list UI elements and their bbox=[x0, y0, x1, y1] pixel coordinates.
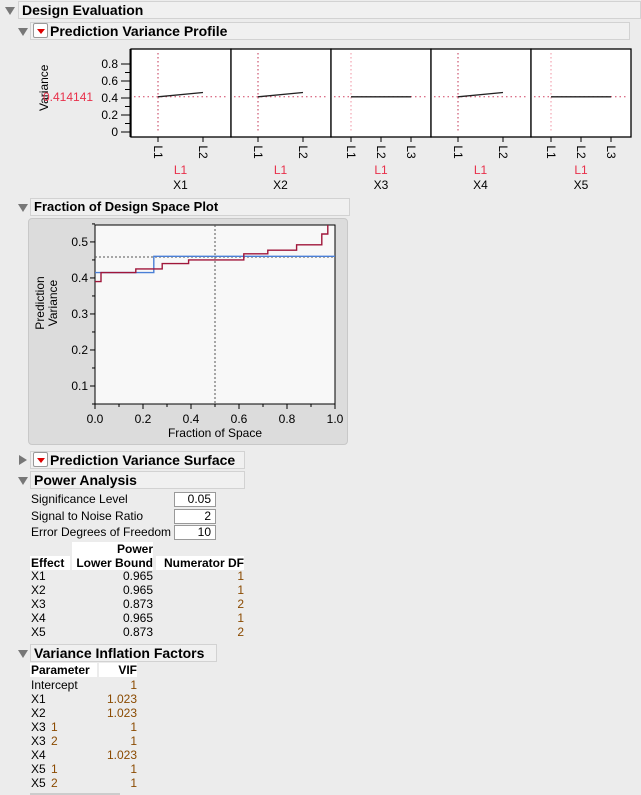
x-tick-label: 0.4 bbox=[182, 412, 200, 426]
effect-cell: X2 bbox=[31, 583, 46, 597]
current-level-value: L1 bbox=[374, 163, 388, 177]
table-row: X1 1.023 bbox=[30, 692, 140, 706]
table-row: X1 0.965 1 bbox=[30, 569, 245, 583]
header-lower-bound: Lower Bound bbox=[72, 556, 153, 570]
y-tick-label: 0.1 bbox=[71, 378, 88, 393]
outline-header-variance-inflation-factors[interactable]: Variance Inflation Factors bbox=[30, 644, 217, 662]
numerator-df-cell: 2 bbox=[237, 625, 244, 639]
field-label: Error Degrees of Freedom bbox=[31, 525, 172, 539]
level-tick-label: L1 bbox=[544, 145, 558, 159]
parameter-cell: Intercept bbox=[31, 678, 78, 692]
y-tick-label: 0.4 bbox=[71, 270, 88, 285]
table-row: X5 1 1 bbox=[30, 762, 140, 776]
level-tick-label: L2 bbox=[374, 145, 388, 159]
disclosure-triangle-icon[interactable] bbox=[18, 650, 28, 658]
parameter-cell: X5 bbox=[31, 776, 46, 790]
x-tick-label: 1.0 bbox=[326, 412, 344, 426]
field-input[interactable]: 2 bbox=[174, 508, 216, 524]
fds-x-axis-label: Fraction of Space bbox=[167, 426, 263, 440]
section-title: Power Analysis bbox=[34, 472, 137, 488]
vif-cell: 1 bbox=[130, 720, 137, 734]
effect-cell: X3 bbox=[31, 597, 46, 611]
level-tick-label: L3 bbox=[604, 145, 618, 159]
field-input[interactable]: 0.05 bbox=[174, 492, 216, 507]
parameter-cell: X1 bbox=[31, 692, 46, 706]
power-cell: 0.965 bbox=[122, 569, 153, 583]
vif-cell: 1 bbox=[130, 734, 137, 748]
factor-label-x5: X5 bbox=[573, 178, 589, 192]
level-tick-label: L2 bbox=[496, 145, 510, 159]
power-cell: 0.965 bbox=[122, 583, 153, 597]
table-row: X2 0.965 1 bbox=[30, 583, 245, 597]
numerator-df-cell: 1 bbox=[237, 583, 244, 597]
table-row: X4 0.965 1 bbox=[30, 611, 245, 625]
fraction-of-design-space-chart bbox=[90, 223, 336, 409]
x-tick-label: 0.6 bbox=[230, 412, 248, 426]
effect-cell: X1 bbox=[31, 569, 46, 583]
power-cell: 0.873 bbox=[122, 625, 153, 639]
table-row: X2 1.023 bbox=[30, 706, 140, 720]
parameter-cell: X3 bbox=[31, 720, 46, 734]
power-cell: 0.873 bbox=[122, 597, 153, 611]
power-cell: 0.965 bbox=[122, 611, 153, 625]
parameter-cell: X3 bbox=[31, 734, 46, 748]
outline-header-power-analysis[interactable]: Power Analysis bbox=[30, 471, 245, 489]
numerator-df-cell: 1 bbox=[237, 569, 244, 583]
factor-label-x3: X3 bbox=[373, 178, 389, 192]
y-tick-label: 0.2 bbox=[71, 342, 88, 357]
field-label: Significance Level bbox=[31, 492, 128, 506]
header-effect: Effect bbox=[30, 556, 70, 570]
red-triangle-menu-icon[interactable] bbox=[33, 452, 48, 467]
table-row: X5 2 1 bbox=[30, 776, 140, 790]
field-label: Signal to Noise Ratio bbox=[31, 508, 144, 523]
effect-cell: X5 bbox=[31, 625, 46, 639]
x-tick-label: 0.2 bbox=[134, 412, 152, 426]
level-tick-label: L1 bbox=[451, 145, 465, 159]
header-numerator-df: Numerator DF bbox=[156, 556, 244, 570]
vif-cell: 1 bbox=[130, 678, 137, 692]
table-row: Intercept 1 bbox=[30, 678, 140, 692]
effect-cell: X4 bbox=[31, 611, 46, 625]
header-vif: VIF bbox=[99, 663, 137, 677]
outline-header-prediction-variance-surface[interactable]: Prediction Variance Surface bbox=[30, 451, 245, 469]
disclosure-triangle-icon[interactable] bbox=[18, 477, 28, 485]
header-parameter: Parameter bbox=[30, 663, 97, 677]
parameter-cell: X4 bbox=[31, 748, 46, 762]
level-cell: 2 bbox=[51, 776, 58, 790]
parameter-cell: X2 bbox=[31, 706, 46, 720]
table-row: X4 1.023 bbox=[30, 748, 140, 762]
numerator-df-cell: 1 bbox=[237, 611, 244, 625]
parameter-cell: X5 bbox=[31, 762, 46, 776]
field-input[interactable]: 10 bbox=[174, 525, 216, 540]
factor-label-x4: X4 bbox=[473, 178, 488, 192]
numerator-df-cell: 2 bbox=[237, 597, 244, 611]
section-title: Variance Inflation Factors bbox=[34, 645, 205, 661]
table-row: X5 0.873 2 bbox=[30, 625, 245, 639]
level-cell: 1 bbox=[51, 720, 58, 734]
profile-panel-x4 bbox=[430, 48, 532, 138]
vif-cell: 1.023 bbox=[106, 748, 137, 762]
table-row: X3 1 1 bbox=[30, 720, 140, 734]
fds-y-axis-label: Prediction Variance bbox=[33, 276, 60, 330]
level-cell: 2 bbox=[51, 734, 58, 748]
level-cell: 1 bbox=[51, 762, 58, 776]
header-power: Power bbox=[72, 542, 153, 556]
level-tick-label: L3 bbox=[404, 145, 418, 159]
vif-cell: 1.023 bbox=[106, 692, 137, 706]
disclosure-triangle-icon[interactable] bbox=[19, 455, 27, 465]
x-tick-label: 0.0 bbox=[86, 412, 104, 426]
vif-cell: 1 bbox=[130, 776, 137, 790]
table-row: X3 2 1 bbox=[30, 734, 140, 748]
profile-panel-x5 bbox=[530, 48, 632, 138]
current-level-value: L1 bbox=[473, 163, 488, 177]
vif-cell: 1 bbox=[130, 762, 137, 776]
section-title: Prediction Variance Surface bbox=[50, 452, 236, 468]
level-tick-label: L2 bbox=[574, 145, 588, 159]
current-level-value: L1 bbox=[574, 163, 588, 177]
x-tick-label: 0.8 bbox=[278, 412, 296, 426]
vif-cell: 1.023 bbox=[106, 706, 137, 720]
y-tick-label: 0.3 bbox=[71, 306, 88, 321]
table-row: X3 0.873 2 bbox=[30, 597, 245, 611]
y-tick-label: 0.5 bbox=[71, 234, 88, 249]
